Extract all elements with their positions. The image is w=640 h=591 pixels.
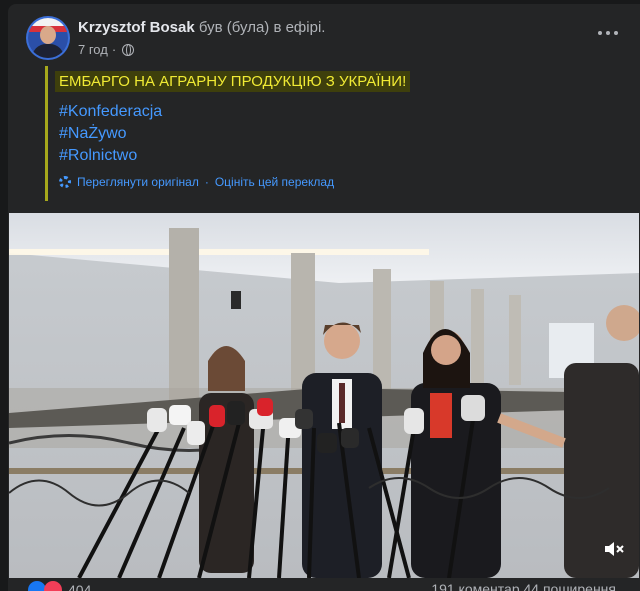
post-time[interactable]: 7 год	[78, 42, 108, 57]
globe-icon	[122, 43, 135, 56]
author-line: Krzysztof Bosak був (була) в ефірі.	[78, 19, 325, 36]
gear-icon	[59, 176, 71, 188]
hashtag-rolnictwo[interactable]: #Rolnictwo	[59, 147, 137, 165]
translation-bar: Переглянути оригінал · Оцініть цей перек…	[59, 175, 334, 189]
post-photo[interactable]	[9, 213, 639, 578]
post-body: ЕМБАРГО НА АГРАРНУ ПРОДУКЦІЮ З УКРАЇНИ! …	[45, 66, 628, 201]
meta-separator: ·	[111, 42, 117, 57]
press-conference-image	[9, 213, 639, 578]
shares-count[interactable]: 44 поширення	[524, 581, 617, 591]
reactions-summary[interactable]: 404	[28, 581, 91, 591]
avatar[interactable]	[28, 18, 68, 58]
see-original-link[interactable]: Переглянути оригінал	[77, 175, 199, 189]
comments-count[interactable]: 191 коментар	[431, 581, 519, 591]
post-header: Krzysztof Bosak був (була) в ефірі. 7 го…	[8, 4, 640, 64]
more-icon[interactable]	[598, 31, 618, 37]
post-card: Krzysztof Bosak був (була) в ефірі. 7 го…	[8, 4, 640, 591]
love-icon	[44, 581, 62, 591]
author-name[interactable]: Krzysztof Bosak	[78, 19, 195, 36]
hashtag-nazywo[interactable]: #NaŻywo	[59, 125, 127, 143]
reaction-count: 404	[68, 582, 92, 591]
post-headline: ЕМБАРГО НА АГРАРНУ ПРОДУКЦІЮ З УКРАЇНИ!	[55, 71, 411, 92]
post-meta: 7 год ·	[78, 42, 135, 57]
mute-icon[interactable]	[603, 539, 625, 559]
translation-separator: ·	[204, 175, 209, 189]
rate-translation-link[interactable]: Оцініть цей переклад	[215, 175, 334, 189]
hashtag-konfederacja[interactable]: #Konfederacja	[59, 103, 162, 121]
comments-shares: 191 коментар 44 поширення	[431, 581, 616, 591]
author-status: був (була) в ефірі.	[198, 19, 326, 36]
